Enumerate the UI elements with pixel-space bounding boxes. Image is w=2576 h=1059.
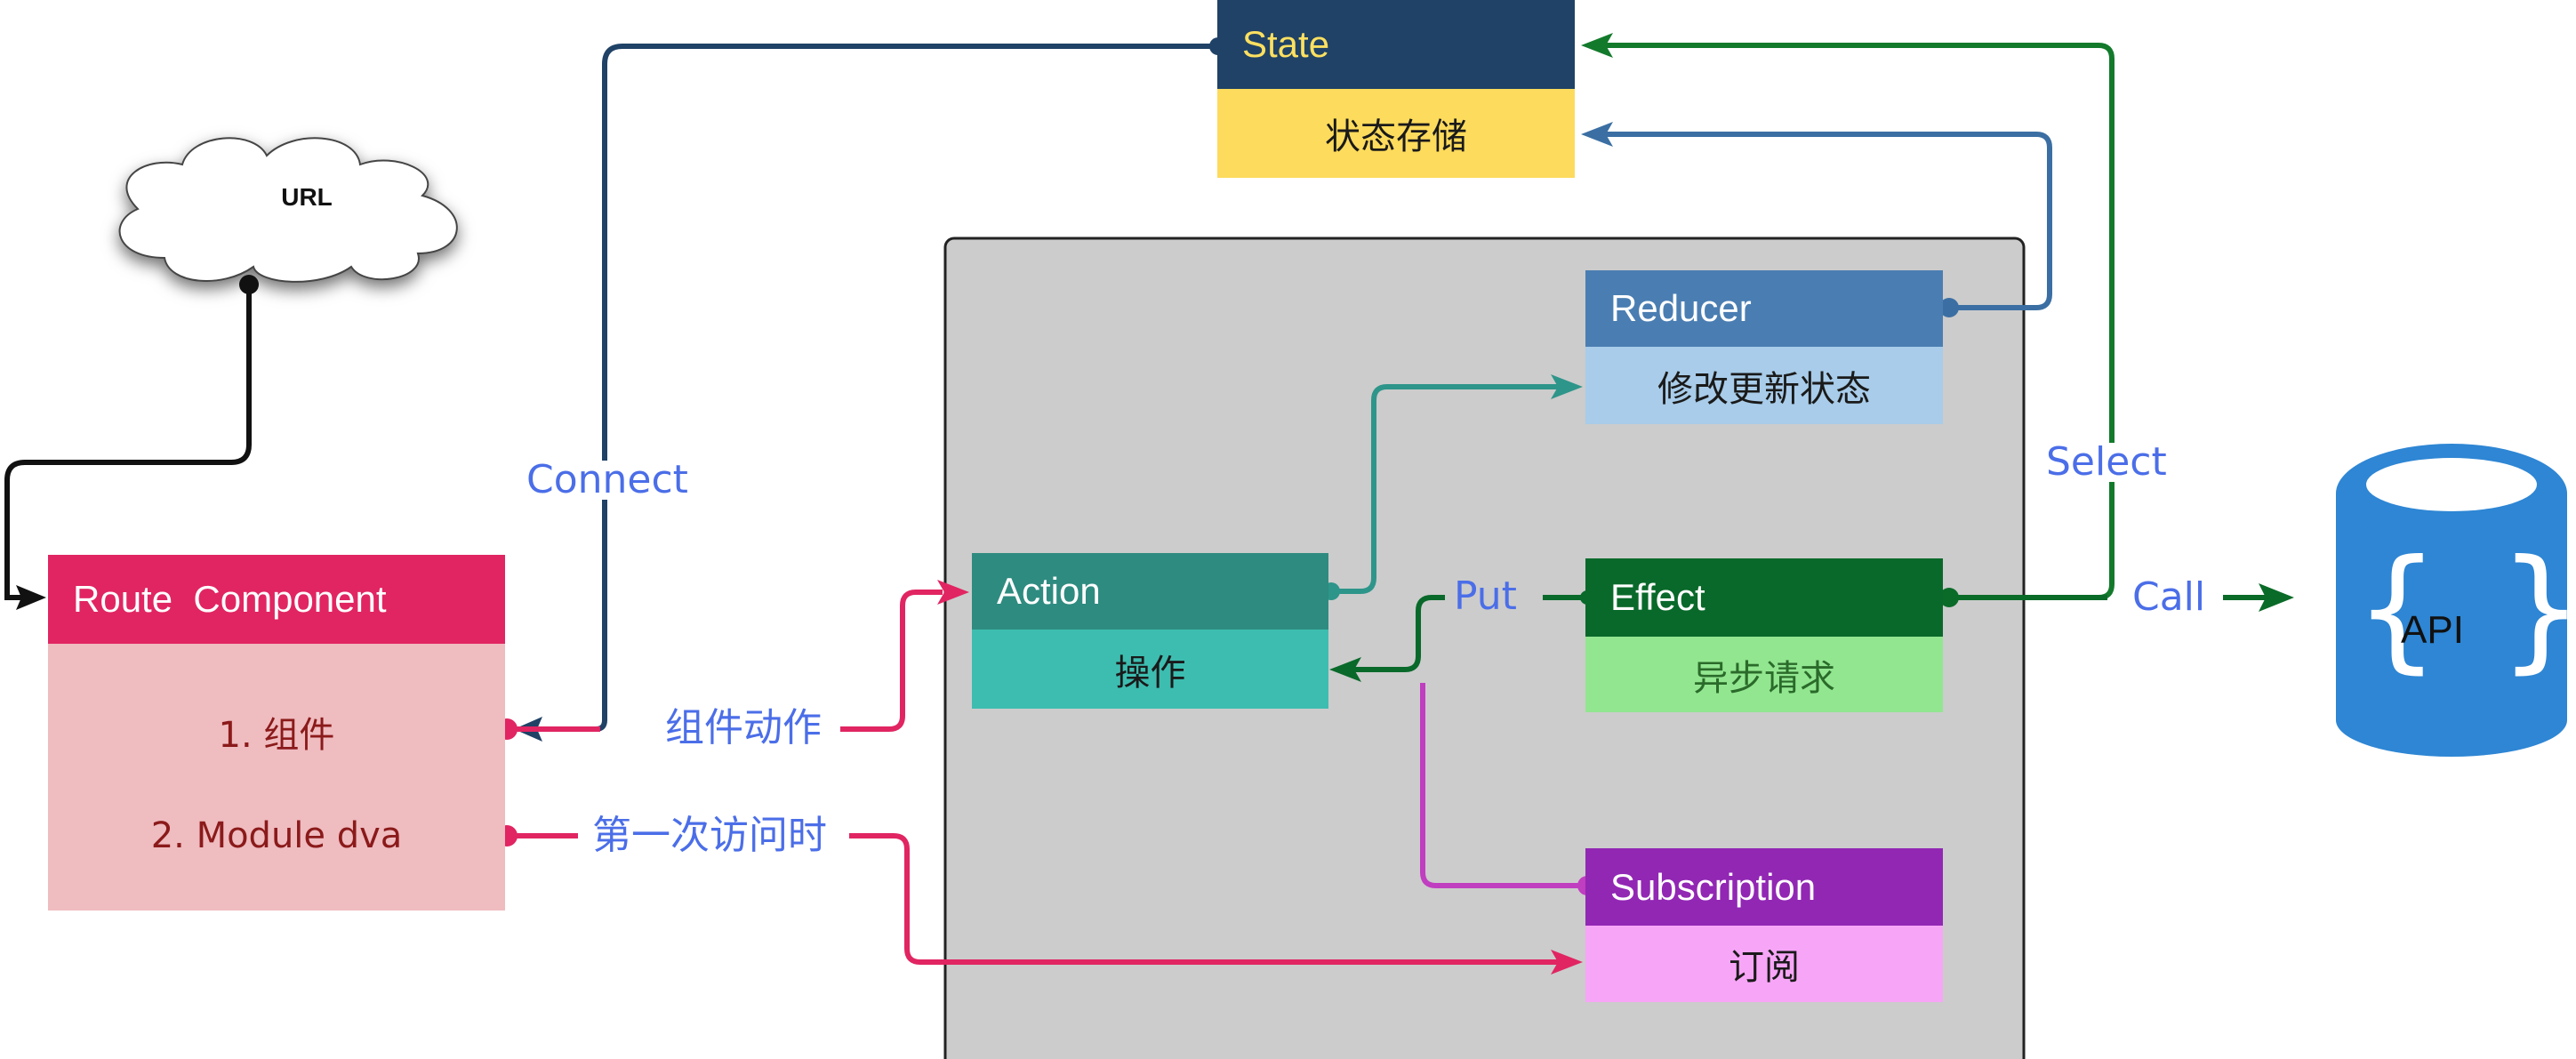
subscription-title: Subscription bbox=[1610, 865, 1817, 908]
subscription-header: Subscription bbox=[1585, 848, 1943, 926]
effect-subtitle: 异步请求 bbox=[1693, 657, 1835, 699]
url-label: URL bbox=[281, 183, 333, 211]
component-action-label: 组件动作 bbox=[658, 709, 829, 748]
state-subtitle: 状态存储 bbox=[1325, 116, 1467, 157]
reducer-title: Reducer bbox=[1610, 287, 1752, 329]
effect-body: 异步请求 bbox=[1585, 637, 1943, 712]
url-line bbox=[4, 285, 252, 600]
action-node: Action 操作 bbox=[972, 553, 1328, 709]
put-label: Put bbox=[1447, 577, 1524, 616]
effect-node: Effect 异步请求 bbox=[1585, 558, 1943, 712]
subscription-body: 订阅 bbox=[1585, 926, 1943, 1002]
state-node: State 状态存储 bbox=[1217, 0, 1575, 178]
state-body: 状态存储 bbox=[1217, 89, 1575, 178]
action-subtitle: 操作 bbox=[1114, 652, 1186, 694]
route-item-2: 2. Module dva bbox=[150, 815, 403, 856]
reducer-body: 修改更新状态 bbox=[1585, 347, 1943, 424]
effect-title: Effect bbox=[1610, 576, 1705, 618]
call-label: Call bbox=[2125, 578, 2213, 617]
state-title: State bbox=[1242, 23, 1330, 65]
route-item-1: 1. 组件 bbox=[218, 715, 335, 756]
subscription-node: Subscription 订阅 bbox=[1585, 848, 1943, 1002]
subscription-subtitle: 订阅 bbox=[1729, 947, 1800, 988]
route-component-node: Route Component 1. 组件 2. Module dva bbox=[48, 555, 505, 911]
connect-label: Connect bbox=[519, 461, 695, 500]
action-title: Action bbox=[997, 570, 1101, 612]
reducer-node: Reducer 修改更新状态 bbox=[1585, 270, 1943, 424]
action-body: 操作 bbox=[972, 630, 1328, 709]
effect-header: Effect bbox=[1585, 558, 1943, 637]
route-component-title: Route Component bbox=[73, 578, 387, 620]
action-header: Action bbox=[972, 553, 1328, 630]
api-label: API bbox=[2401, 608, 2464, 652]
component-action-line-right bbox=[840, 590, 943, 732]
url-dot bbox=[239, 275, 259, 294]
reducer-subtitle: 修改更新状态 bbox=[1657, 368, 1871, 410]
api-brace-right: } bbox=[2499, 532, 2576, 686]
state-header: State bbox=[1217, 0, 1575, 89]
reducer-header: Reducer bbox=[1585, 270, 1943, 347]
select-label: Select bbox=[2039, 443, 2174, 482]
route-component-header: Route Component bbox=[48, 555, 505, 644]
first-visit-label: 第一次访问时 bbox=[585, 816, 834, 855]
